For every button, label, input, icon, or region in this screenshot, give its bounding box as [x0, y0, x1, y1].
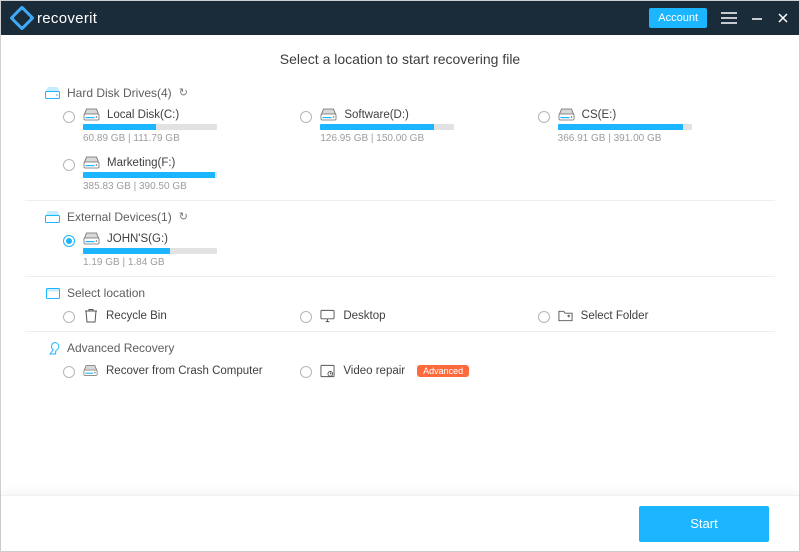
radio-button[interactable]: [63, 111, 75, 123]
disk-icon: [558, 108, 575, 121]
option-item[interactable]: Desktop: [300, 308, 517, 323]
drive-label: Local Disk(C:): [107, 109, 179, 121]
drive-size: 126.95 GB | 150.00 GB: [320, 133, 454, 144]
option-item[interactable]: Recycle Bin: [63, 308, 280, 323]
disk-icon: [83, 108, 100, 121]
close-icon[interactable]: [777, 12, 789, 24]
drive-item[interactable]: Marketing(F:) 385.83 GB | 390.50 GB: [63, 156, 280, 192]
disk-icon: [83, 156, 100, 169]
drive-size: 1.19 GB | 1.84 GB: [83, 257, 217, 268]
divider: [25, 200, 775, 201]
section-label: Hard Disk Drives(4): [67, 86, 172, 100]
radio-button[interactable]: [538, 111, 550, 123]
drive-label: Marketing(F:): [107, 157, 175, 169]
radio-button[interactable]: [63, 366, 75, 378]
radio-button[interactable]: [63, 311, 75, 323]
usage-bar: [83, 124, 217, 130]
option-label: Recover from Crash Computer: [106, 365, 263, 377]
brand-name: recoverit: [37, 10, 97, 27]
radio-button[interactable]: [300, 311, 312, 323]
drive-label: JOHN'S(G:): [107, 233, 168, 245]
brand: recoverit: [13, 9, 97, 27]
menu-icon[interactable]: [721, 12, 737, 24]
disk-icon: [320, 108, 337, 121]
advanced-grid: Recover from Crash Computer Video repair…: [63, 363, 755, 378]
brand-logo-icon: [9, 5, 34, 30]
start-button[interactable]: Start: [639, 506, 769, 542]
option-label: Video repair: [343, 365, 405, 377]
radio-button[interactable]: [300, 366, 312, 378]
section-label: External Devices(1): [67, 210, 172, 224]
section-header-ext: External Devices(1) ↻: [45, 209, 755, 224]
video-icon: [320, 363, 335, 378]
footer: Start: [1, 495, 799, 551]
external-section-icon: [45, 209, 60, 224]
drive-item[interactable]: Local Disk(C:) 60.89 GB | 111.79 GB: [63, 108, 280, 144]
drive-size: 385.83 GB | 390.50 GB: [83, 181, 217, 192]
radio-button[interactable]: [300, 111, 312, 123]
folder-icon: [558, 308, 573, 323]
badge: Advanced: [417, 365, 469, 377]
section-header-loc: Select location: [45, 285, 755, 300]
option-label: Select Folder: [581, 310, 649, 322]
drive-item[interactable]: Software(D:) 126.95 GB | 150.00 GB: [300, 108, 517, 144]
option-item[interactable]: Video repair Advanced: [300, 363, 517, 378]
usage-bar: [83, 172, 217, 178]
account-button[interactable]: Account: [649, 8, 707, 28]
drive-item[interactable]: JOHN'S(G:) 1.19 GB | 1.84 GB: [63, 232, 280, 268]
location-grid: Recycle Bin Desktop Select Folder: [63, 308, 755, 323]
option-label: Recycle Bin: [106, 310, 167, 322]
divider: [25, 276, 775, 277]
usage-bar: [83, 248, 217, 254]
radio-button[interactable]: [63, 159, 75, 171]
disk-icon: [83, 232, 100, 245]
usage-bar: [558, 124, 692, 130]
section-label: Advanced Recovery: [67, 341, 174, 355]
section-header-hdd: Hard Disk Drives(4) ↻: [45, 85, 755, 100]
drive-size: 60.89 GB | 111.79 GB: [83, 133, 217, 144]
radio-button[interactable]: [538, 311, 550, 323]
section-label: Select location: [67, 286, 145, 300]
section-header-adv: Advanced Recovery: [45, 340, 755, 355]
option-label: Desktop: [343, 310, 385, 322]
location-section-icon: [45, 285, 60, 300]
minimize-icon[interactable]: [751, 12, 763, 24]
radio-button[interactable]: [63, 235, 75, 247]
drive-label: Software(D:): [344, 109, 409, 121]
divider: [25, 331, 775, 332]
option-item[interactable]: Select Folder: [538, 308, 755, 323]
titlebar: recoverit Account: [1, 1, 799, 35]
monitor-icon: [320, 308, 335, 323]
advanced-section-icon: [45, 340, 60, 355]
page-title: Select a location to start recovering fi…: [1, 51, 799, 67]
refresh-icon[interactable]: ↻: [179, 210, 188, 223]
hdd-grid: Local Disk(C:) 60.89 GB | 111.79 GB Soft…: [63, 108, 755, 192]
drive-section-icon: [45, 85, 60, 100]
ext-grid: JOHN'S(G:) 1.19 GB | 1.84 GB: [63, 232, 755, 268]
disk-icon: [83, 363, 98, 378]
usage-bar: [320, 124, 454, 130]
drive-item[interactable]: CS(E:) 366.91 GB | 391.00 GB: [538, 108, 755, 144]
refresh-icon[interactable]: ↻: [179, 86, 188, 99]
trash-icon: [83, 308, 98, 323]
option-item[interactable]: Recover from Crash Computer: [63, 363, 280, 378]
drive-size: 366.91 GB | 391.00 GB: [558, 133, 692, 144]
drive-label: CS(E:): [582, 109, 617, 121]
